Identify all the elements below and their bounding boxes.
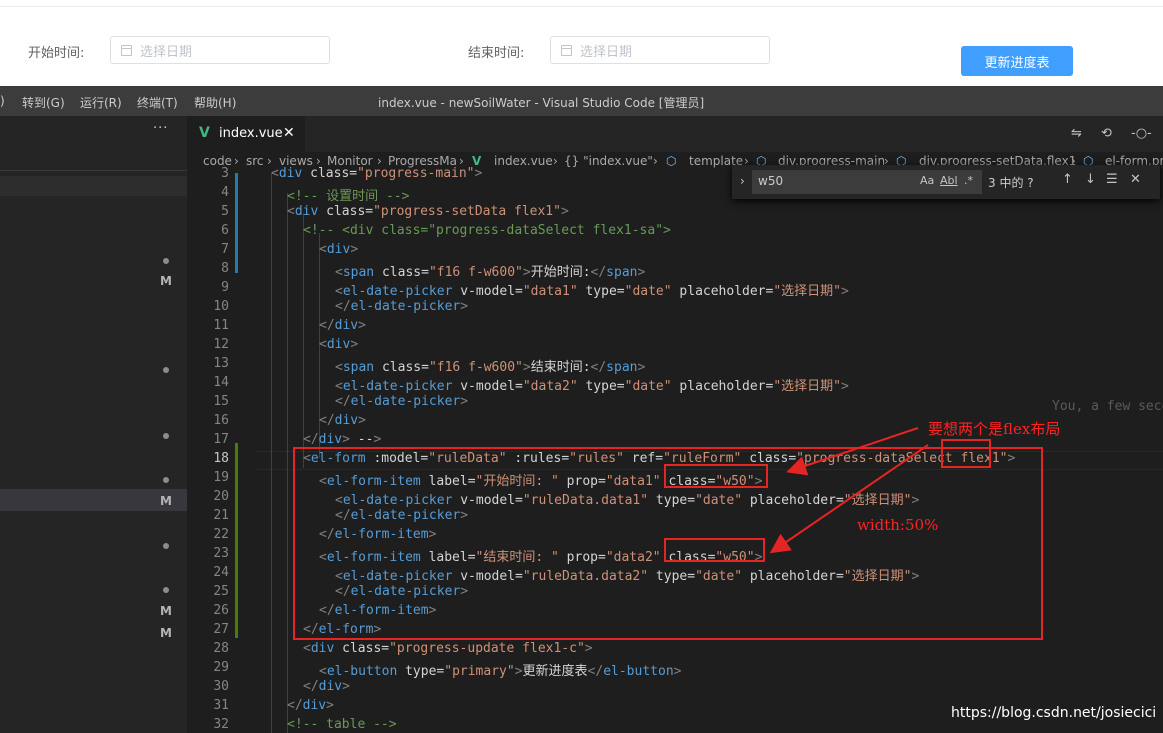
annotation-arrows [769, 427, 929, 554]
watermark-url: https://blog.csdn.net/josiecici [951, 705, 1157, 721]
arrow-to-w50-2 [769, 444, 929, 554]
